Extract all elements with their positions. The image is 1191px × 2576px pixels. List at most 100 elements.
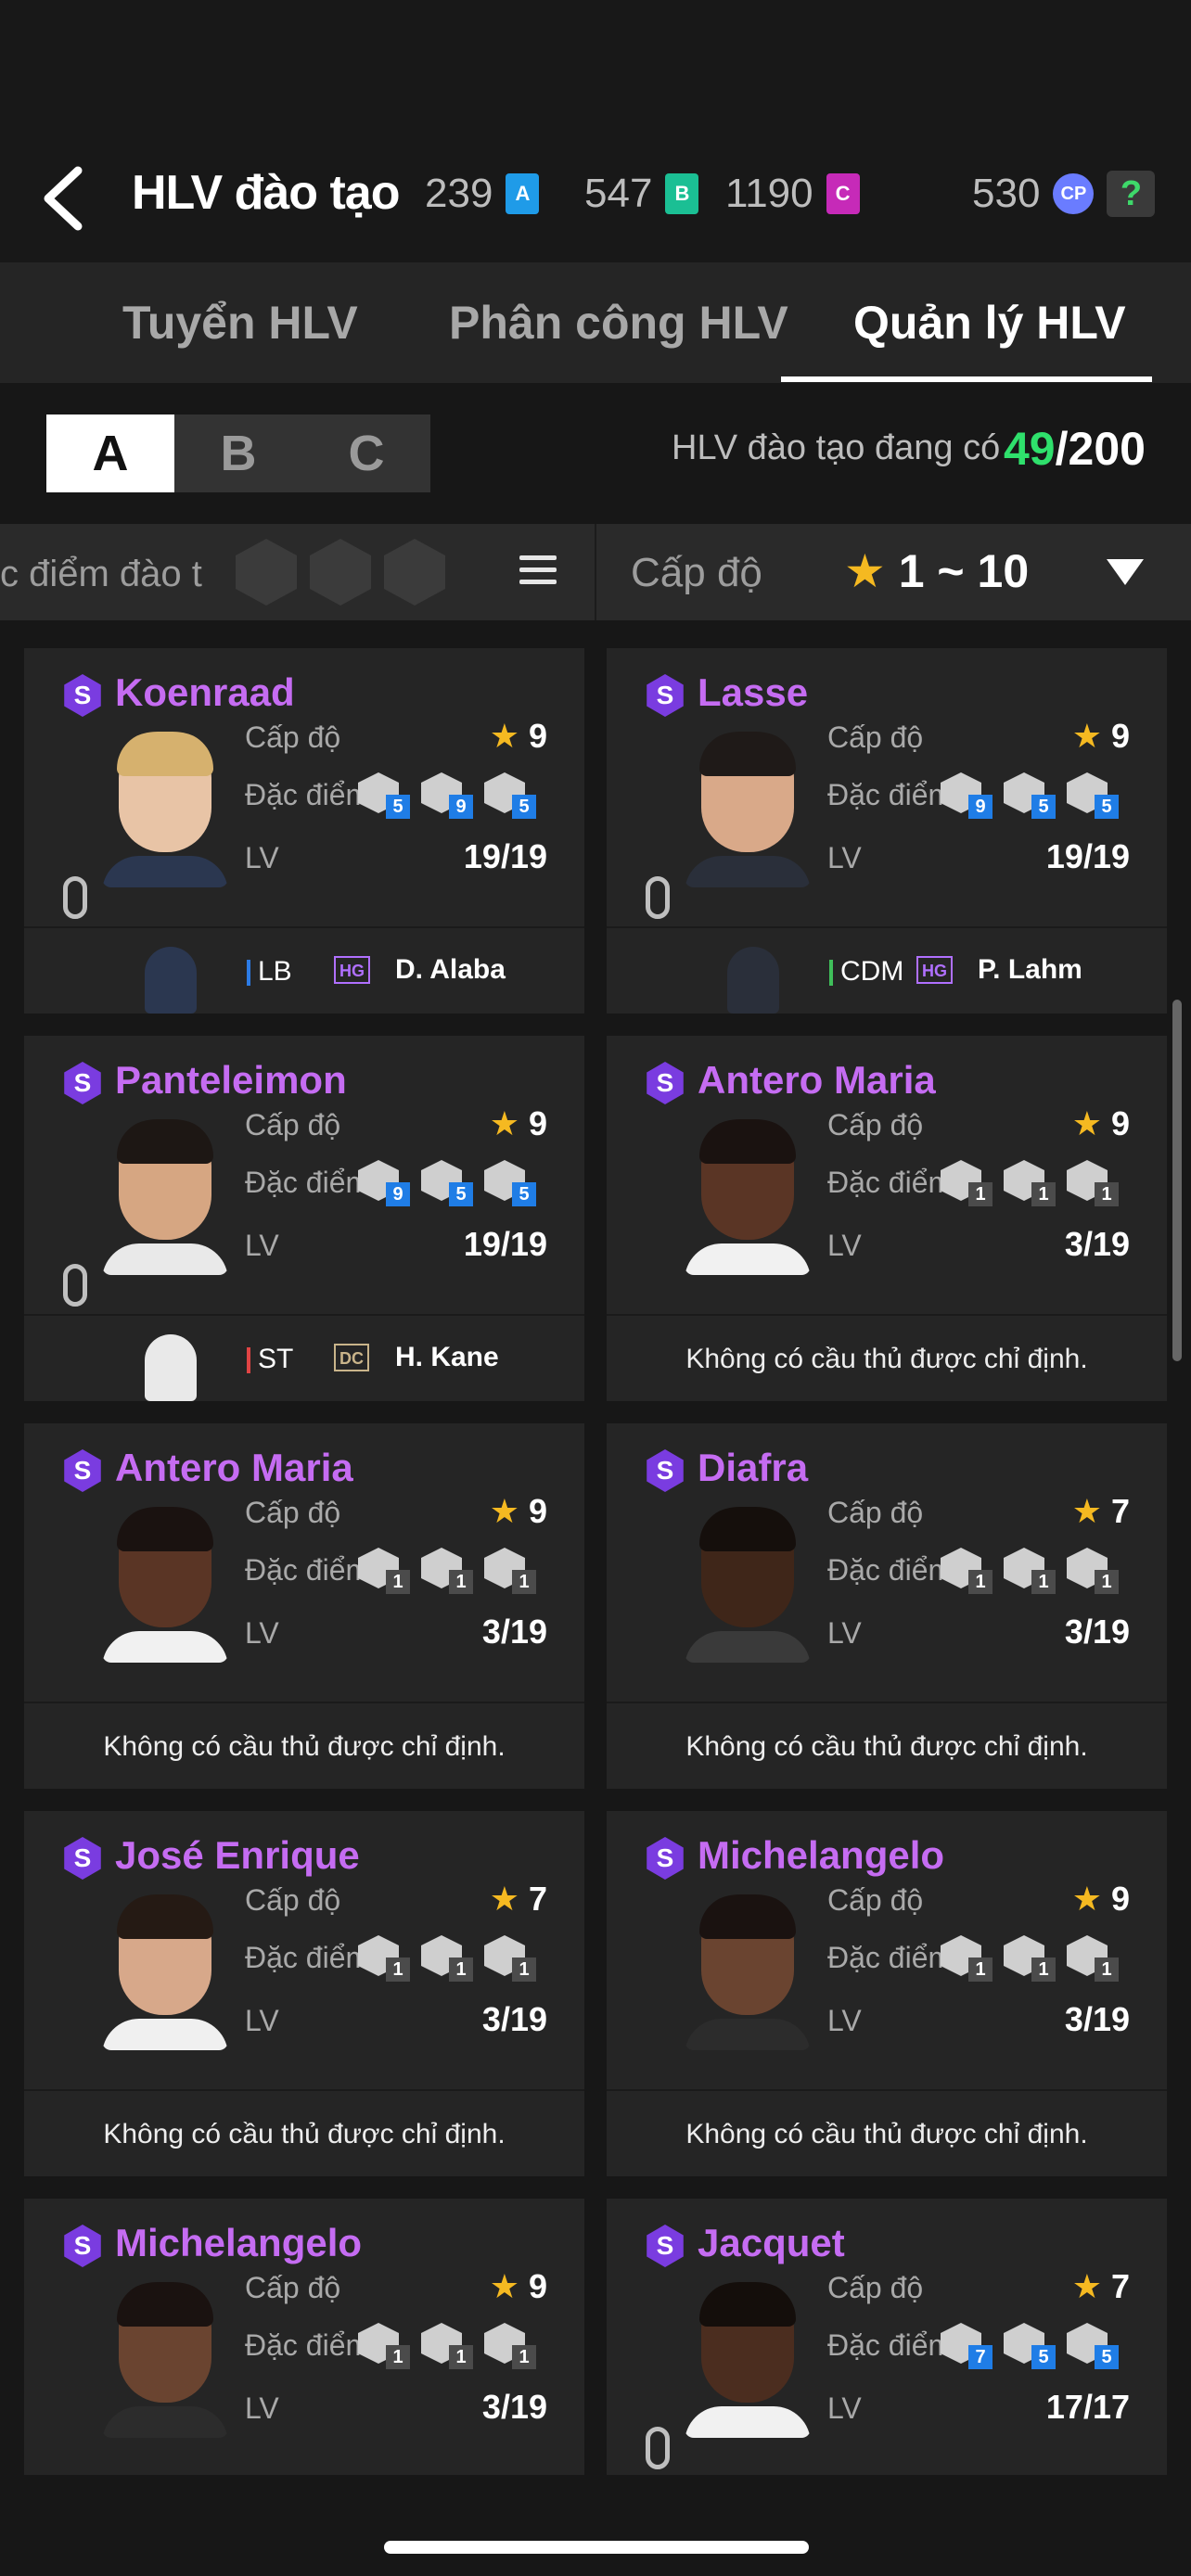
trait-icon: 1 [484,1548,536,1594]
trait-icon: 1 [1067,1935,1119,1982]
trait-list: 111 [941,1548,1119,1594]
tab-recruit-coach[interactable]: Tuyển HLV [122,296,358,350]
trait-icon: 5 [484,1160,536,1206]
coach-level: ★ 9 [1071,1880,1130,1918]
traits-label: Đặc điểm [827,1166,954,1199]
currency-b[interactable]: 547 B [584,171,699,217]
coach-card[interactable]: S Jacquet Cấp độ ★ 7 Đặc điểm 755 LV 17/1… [607,2199,1167,2475]
traits-label: Đặc điểm [245,1941,371,1974]
lv-label: LV [827,1229,862,1262]
position-label: ST [247,1344,293,1375]
ticket-b-icon: B [665,173,699,214]
segment-a[interactable]: A [46,414,174,492]
coach-list: S Koenraad Cấp độ ★ 9 Đặc điểm 595 LV 19/… [0,620,1191,2475]
coach-avatar [102,1894,228,2050]
segment-b[interactable]: B [174,414,302,492]
trait-icon: 1 [484,2323,536,2369]
scrollbar[interactable] [1172,1000,1182,1361]
coach-count-label: HLV đào tạo đang có [672,428,1001,467]
trait-slot-icon[interactable] [236,539,297,606]
currency-a[interactable]: 239 A [425,171,540,217]
trait-icon: 1 [941,1548,992,1594]
position-label: LB [247,956,292,988]
coach-lv: 3/19 [1064,2000,1130,2038]
grade-segment: A B C [46,414,430,492]
trait-icon: 9 [358,1160,410,1206]
coach-card[interactable]: S Michelangelo Cấp độ ★ 9 Đặc điểm 111 LV… [24,2199,584,2475]
coach-avatar [685,1119,811,1275]
star-icon: ★ [489,717,519,755]
coach-name: Diafra [698,1446,809,1489]
lv-label: LV [245,1229,279,1262]
coach-card[interactable]: S Koenraad Cấp độ ★ 9 Đặc điểm 595 LV 19/… [24,648,584,1014]
coach-name: Lasse [698,670,809,714]
coach-card[interactable]: S Antero Maria Cấp độ ★ 9 Đặc điểm 111 LV… [607,1036,1167,1401]
help-button[interactable]: ? [1107,171,1156,217]
coach-lv: 17/17 [1045,2388,1130,2426]
coach-level: ★ 7 [1071,1492,1130,1530]
lv-label: LV [827,2391,862,2425]
top-header: HLV đào tạo 239 A 547 B 1190 C 530 CP ? [0,0,1191,262]
link-icon [63,1264,87,1307]
star-icon: ★ [1071,1492,1102,1530]
star-icon: ★ [1071,1880,1102,1918]
coach-card[interactable]: S Lasse Cấp độ ★ 9 Đặc điểm 955 LV 19/19 … [607,648,1167,1014]
assigned-player[interactable]: LB HG D. Alaba [24,928,584,1014]
currency-cp[interactable]: 530 CP ? [972,171,1156,217]
filter-bar: c điểm đào t Cấp độ ★ 1 ~ 10 [0,524,1191,620]
trait-icon: 9 [421,772,473,819]
coach-card[interactable]: S Panteleimon Cấp độ ★ 9 Đặc điểm 955 LV … [24,1036,584,1401]
trait-slot-icon[interactable] [310,539,371,606]
trait-list: 111 [358,1548,536,1594]
segment-c[interactable]: C [302,414,430,492]
coach-level: ★ 9 [1071,717,1130,755]
coach-lv: 3/19 [1064,1613,1130,1651]
assigned-player[interactable]: ST DC H. Kane [24,1316,584,1401]
coach-card[interactable]: S José Enrique Cấp độ ★ 7 Đặc điểm 111 LV… [24,1811,584,2176]
player-name: H. Kane [395,1342,499,1372]
coach-lv: 3/19 [1064,1225,1130,1263]
coach-level: ★ 7 [1071,2267,1130,2305]
menu-icon[interactable] [519,555,557,585]
back-arrow-icon[interactable] [37,163,93,234]
trait-filter-slots[interactable] [236,539,445,606]
trait-list: 955 [358,1160,536,1206]
level-label: Cấp độ [827,1108,924,1141]
link-icon [646,2427,670,2469]
dropdown-caret-icon[interactable] [1107,559,1144,585]
cp-coin-icon: CP [1053,173,1095,214]
trait-icon: 5 [1067,772,1119,819]
coach-card[interactable]: S Diafra Cấp độ ★ 7 Đặc điểm 111 LV 3/19 … [607,1423,1167,1789]
level-label: Cấp độ [245,2271,341,2304]
grade-s-icon: S [647,1837,684,1880]
level-filter-range[interactable]: ★ 1 ~ 10 [844,544,1029,598]
trait-icon: 5 [358,772,410,819]
no-player-text: Không có cầu thủ được chỉ định. [103,2119,506,2149]
no-player-text: Không có cầu thủ được chỉ định. [685,2119,1088,2149]
assigned-player[interactable]: CDM HG P. Lahm [607,928,1167,1014]
coach-avatar [102,732,228,887]
player-avatar [145,947,197,1014]
trait-icon: 1 [358,1935,410,1982]
trait-icon: 1 [421,1548,473,1594]
tab-manage-coach[interactable]: Quản lý HLV [853,296,1126,350]
trait-slot-icon[interactable] [384,539,445,606]
coach-avatar [102,1119,228,1275]
coach-card[interactable]: S Antero Maria Cấp độ ★ 9 Đặc điểm 111 LV… [24,1423,584,1789]
coach-card[interactable]: S Michelangelo Cấp độ ★ 9 Đặc điểm 111 LV… [607,1811,1167,2176]
coach-name: Michelangelo [698,1833,945,1877]
trait-filter-label[interactable]: c điểm đào t [0,554,202,595]
coach-level: ★ 9 [489,1104,547,1142]
player-avatar [727,947,779,1014]
coach-level: ★ 9 [489,1492,547,1530]
trait-icon: 1 [1067,1548,1119,1594]
tab-assign-coach[interactable]: Phân công HLV [449,296,788,350]
currency-c[interactable]: 1190 C [725,171,860,217]
coach-lv: 3/19 [481,1613,547,1651]
no-player-text: Không có cầu thủ được chỉ định. [103,1731,506,1762]
level-label: Cấp độ [827,2271,924,2304]
trait-icon: 1 [484,1935,536,1982]
grade-s-icon: S [64,1062,101,1104]
level-label: Cấp độ [245,721,341,754]
coach-level: ★ 9 [1071,1104,1130,1142]
